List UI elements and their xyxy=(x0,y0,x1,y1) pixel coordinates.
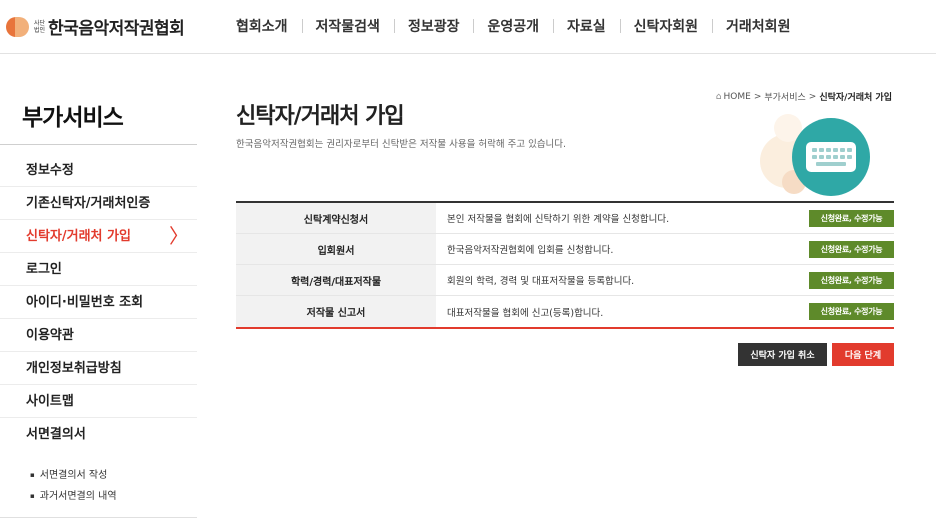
page-title: 신탁자/거래처 가입 xyxy=(236,104,405,129)
nav-item-trustee-member[interactable]: 신탁자회원 xyxy=(619,16,712,36)
sidebar-title: 부가서비스 xyxy=(22,105,124,131)
action-buttons: 신탁자 가입 취소 다음 단계 xyxy=(738,343,894,366)
sidebar-item-terms[interactable]: 이용약관 xyxy=(0,319,197,352)
sidebar-submenu: 서면결의서 작성 과거서면결의 내역 xyxy=(30,465,117,507)
nav-item-about[interactable]: 협회소개 xyxy=(222,16,302,36)
sidebar-item-find-id-pw[interactable]: 아이디·비밀번호 조회 xyxy=(0,286,197,319)
nav-item-work-search[interactable]: 저작물검색 xyxy=(301,16,394,36)
application-table: 신탁계약신청서 본인 저작물을 협회에 신탁하기 위한 계약을 신청합니다. 신… xyxy=(236,201,894,329)
chevron-right-icon: 〉 xyxy=(169,224,189,248)
sidebar-item-label: 개인정보취급방침 xyxy=(26,361,122,376)
row-title: 입회원서 xyxy=(236,234,436,264)
sidebar-item-existing-auth[interactable]: 기존신탁자/거래처인증 xyxy=(0,187,197,220)
logo[interactable]: 사단 법인 한국음악저작권협회 xyxy=(6,14,185,39)
sidebar-item-label: 서면결의서 xyxy=(26,427,86,442)
row-description: 본인 저작물을 협회에 신탁하기 위한 계약을 신청합니다. xyxy=(447,214,670,225)
sidebar-item-label: 아이디·비밀번호 조회 xyxy=(26,295,144,310)
breadcrumb-parent[interactable]: 부가서비스 xyxy=(764,90,805,103)
site-header: 사단 법인 한국음악저작권협회 협회소개 저작물검색 정보광장 운영공개 자료실… xyxy=(0,0,936,54)
row-title: 학력/경력/대표저작물 xyxy=(236,265,436,295)
cancel-join-button[interactable]: 신탁자 가입 취소 xyxy=(738,343,827,366)
sidebar-item-edit-info[interactable]: 정보수정 xyxy=(0,154,197,187)
status-badge[interactable]: 신청완료, 수정가능 xyxy=(809,271,894,289)
sidebar-item-login[interactable]: 로그인 xyxy=(0,253,197,286)
breadcrumb-separator: > xyxy=(753,91,762,102)
main-nav: 협회소개 저작물검색 정보광장 운영공개 자료실 신탁자회원 거래처회원 xyxy=(222,0,804,52)
row-description: 회원의 학력, 경력 및 대표저작물을 등록합니다. xyxy=(447,276,635,287)
row-description: 대표저작물을 협회에 신고(등록)합니다. xyxy=(447,307,604,319)
breadcrumb-separator: > xyxy=(808,91,817,102)
sidebar-item-label: 기존신탁자/거래처인증 xyxy=(26,196,151,211)
nav-item-archive[interactable]: 자료실 xyxy=(553,16,620,36)
sidebar-menu: 정보수정 기존신탁자/거래처인증 신탁자/거래처 가입 〉 로그인 아이디·비밀… xyxy=(0,154,197,451)
logo-icon xyxy=(6,15,30,39)
row-title: 저작물 신고서 xyxy=(236,296,436,327)
status-badge[interactable]: 신청완료, 수정가능 xyxy=(809,303,894,320)
keyboard-icon xyxy=(806,142,856,172)
sidebar-item-privacy[interactable]: 개인정보취급방침 xyxy=(0,352,197,385)
sidebar-item-label: 이용약관 xyxy=(26,328,74,343)
table-row: 저작물 신고서 대표저작물을 협회에 신고(등록)합니다. 신청완료, 수정가능 xyxy=(236,296,894,327)
table-row: 학력/경력/대표저작물 회원의 학력, 경력 및 대표저작물을 등록합니다. 신… xyxy=(236,265,894,296)
sidebar-item-sitemap[interactable]: 사이트맵 xyxy=(0,385,197,418)
sidebar-item-join[interactable]: 신탁자/거래처 가입 〉 xyxy=(0,220,197,253)
row-description: 한국음악저작권협회에 입회를 신청합니다. xyxy=(447,245,614,256)
sidebar-item-written-resolution[interactable]: 서면결의서 xyxy=(0,418,197,451)
logo-small-bottom: 법인 xyxy=(34,26,46,34)
table-row: 입회원서 한국음악저작권협회에 입회를 신청합니다. 신청완료, 수정가능 xyxy=(236,234,894,265)
home-icon: ⌂ xyxy=(715,91,722,102)
sidebar-item-label: 정보수정 xyxy=(26,163,74,178)
table-row: 신탁계약신청서 본인 저작물을 협회에 신탁하기 위한 계약을 신청합니다. 신… xyxy=(236,203,894,234)
status-badge[interactable]: 신청완료, 수정가능 xyxy=(809,240,894,258)
breadcrumb-current: 신탁자/거래처 가입 xyxy=(819,93,892,103)
status-badge[interactable]: 신청완료, 수정가능 xyxy=(809,209,894,227)
logo-text: 한국음악저작권협회 xyxy=(48,19,185,39)
submenu-item-write[interactable]: 서면결의서 작성 xyxy=(30,465,117,486)
sidebar-item-label: 로그인 xyxy=(26,262,62,277)
breadcrumb: ⌂ HOME > 부가서비스 > 신탁자/거래처 가입 xyxy=(715,90,892,104)
breadcrumb-home[interactable]: HOME xyxy=(724,92,751,102)
page-description: 한국음악저작권협회는 권리자로부터 신탁받은 저작물 사용을 허락해 주고 있습… xyxy=(236,139,567,150)
nav-item-disclosure[interactable]: 운영공개 xyxy=(473,16,553,36)
submenu-item-history[interactable]: 과거서면결의 내역 xyxy=(30,486,117,507)
logo-small-top: 사단 xyxy=(34,19,46,27)
nav-item-info-plaza[interactable]: 정보광장 xyxy=(393,16,474,36)
sidebar-bottom-divider xyxy=(0,517,197,518)
logo-badge: 사단 법인 xyxy=(34,20,45,34)
sidebar-item-label: 신탁자/거래처 가입 xyxy=(26,229,131,244)
nav-item-client-member[interactable]: 거래처회원 xyxy=(712,16,804,36)
row-title: 신탁계약신청서 xyxy=(236,203,436,233)
sidebar-item-label: 사이트맵 xyxy=(26,394,74,409)
sidebar-divider xyxy=(0,144,197,145)
next-step-button[interactable]: 다음 단계 xyxy=(832,343,894,366)
